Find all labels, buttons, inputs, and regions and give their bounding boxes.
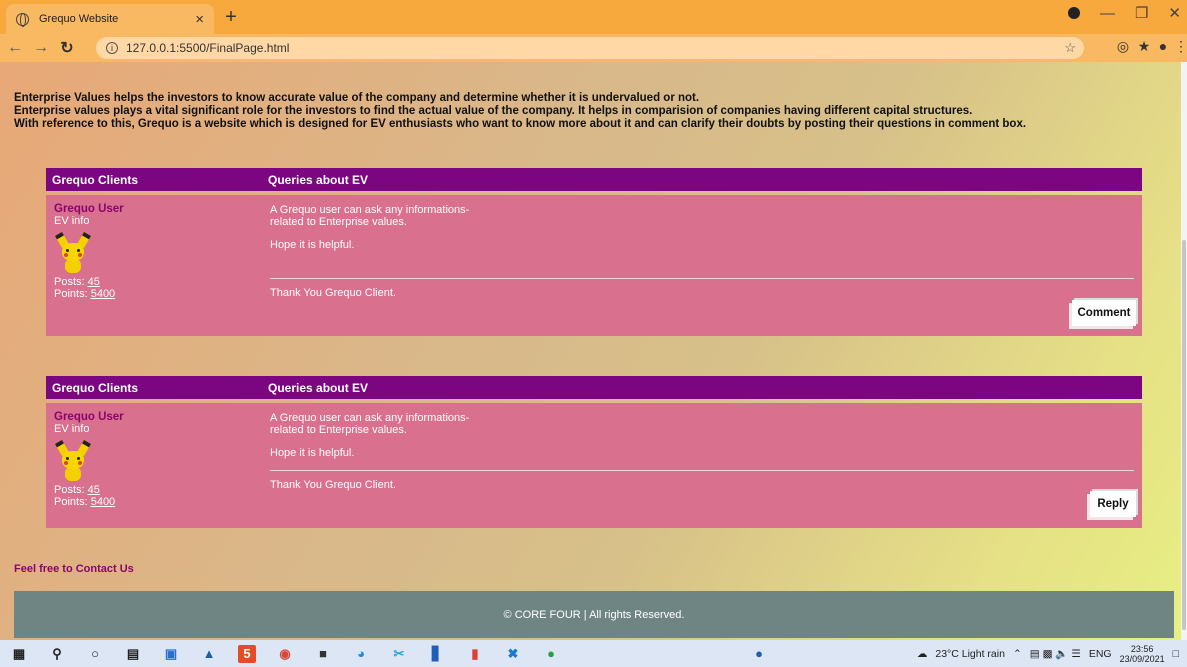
forum-body: Grequo User EV info Posts: 45 Points: 54… bbox=[46, 403, 1142, 528]
browser-tab-strip: Grequo Website × + — ❐ ✕ bbox=[0, 0, 1187, 34]
page-content: Enterprise Values helps the investors to… bbox=[0, 62, 1181, 640]
app-icon[interactable]: ▲ bbox=[200, 645, 218, 663]
forum-col-clients: Grequo Clients bbox=[52, 172, 139, 187]
forum-col-queries: Queries about EV bbox=[268, 380, 369, 395]
cortana-icon[interactable]: ○ bbox=[86, 645, 104, 663]
tab-title: Grequo Website bbox=[39, 13, 119, 25]
search-icon[interactable]: ⚲ bbox=[48, 645, 66, 663]
user-points: Points: 5400 bbox=[54, 288, 116, 300]
posts-link[interactable]: 45 bbox=[88, 276, 100, 288]
user-panel: Grequo User EV info Posts: 45 Points: 54… bbox=[54, 411, 124, 508]
store-icon[interactable]: ■ bbox=[314, 645, 332, 663]
comment-button[interactable]: Comment bbox=[1072, 300, 1136, 326]
message-signature: Thank You Grequo Client. bbox=[270, 479, 396, 491]
points-link[interactable]: 5400 bbox=[91, 288, 115, 300]
back-button[interactable]: ← bbox=[4, 39, 26, 57]
clock[interactable]: 23:56 23/09/2021 bbox=[1120, 644, 1165, 664]
extensions-puzzle-icon[interactable]: ★ bbox=[1135, 38, 1153, 56]
file-explorer-icon[interactable]: ▣ bbox=[162, 645, 180, 663]
windows-start-icon[interactable]: ▦ bbox=[10, 645, 28, 663]
task-view-icon[interactable]: ▤ bbox=[124, 645, 142, 663]
message-text: A Grequo user can ask any informations- … bbox=[270, 204, 470, 251]
user-posts: Posts: 45 bbox=[54, 484, 100, 496]
minimize-button[interactable]: — bbox=[1100, 5, 1115, 22]
message-text: A Grequo user can ask any informations- … bbox=[270, 412, 470, 459]
html5-icon[interactable]: 5 bbox=[238, 644, 256, 663]
pikachu-avatar bbox=[55, 231, 91, 273]
windows-taskbar: ▦ ⚲ ○ ▤ ▣ ▲ 5 ◉ ■ ◕ ✂ ▋ ▮ ✖ ● ● ☁ 23°C L… bbox=[0, 640, 1187, 667]
message-divider bbox=[270, 278, 1134, 279]
message-signature: Thank You Grequo Client. bbox=[270, 287, 396, 299]
window-controls: — ❐ ✕ bbox=[1067, 4, 1181, 22]
close-window-button[interactable]: ✕ bbox=[1168, 4, 1181, 22]
bar-icon[interactable]: ▋ bbox=[428, 645, 446, 663]
forum-block: Grequo Clients Queries about EV Grequo U… bbox=[46, 168, 1142, 336]
forum-header: Grequo Clients Queries about EV bbox=[46, 168, 1142, 191]
user-panel: Grequo User EV info Posts: 45 Points: 54… bbox=[54, 203, 124, 300]
forum-col-clients: Grequo Clients bbox=[52, 380, 139, 395]
snipping-icon[interactable]: ✂ bbox=[390, 645, 408, 663]
system-tray: ☁ 23°C Light rain ⌃ ▤ ▩ 🔈 ☰ ENG 23:56 23… bbox=[917, 640, 1179, 667]
help-icon[interactable]: ● bbox=[750, 645, 768, 663]
tab-close-button[interactable]: × bbox=[195, 11, 204, 28]
intro-text: Enterprise Values helps the investors to… bbox=[14, 92, 1174, 131]
points-link[interactable]: 5400 bbox=[91, 496, 115, 508]
forum-body: Grequo User EV info Posts: 45 Points: 54… bbox=[46, 195, 1142, 336]
tray-icons[interactable]: ▤ ▩ 🔈 ☰ bbox=[1030, 647, 1081, 660]
forum-block: Grequo Clients Queries about EV Grequo U… bbox=[46, 376, 1142, 528]
weather-text[interactable]: 23°C Light rain bbox=[935, 648, 1005, 660]
globe-icon bbox=[16, 12, 29, 27]
pikachu-avatar bbox=[55, 439, 91, 481]
chrome-icon[interactable]: ◉ bbox=[276, 645, 294, 663]
office-icon[interactable]: ▮ bbox=[466, 645, 484, 663]
record-icon[interactable] bbox=[1067, 7, 1080, 19]
reload-button[interactable]: ↻ bbox=[56, 38, 78, 58]
page-scrollbar[interactable] bbox=[1181, 62, 1187, 640]
bookmark-star-icon[interactable]: ☆ bbox=[1064, 40, 1076, 56]
scrollbar-thumb[interactable] bbox=[1182, 240, 1186, 630]
footer: © CORE FOUR | All rights Reserved. bbox=[14, 591, 1174, 638]
weather-icon: ☁ bbox=[916, 647, 928, 660]
user-name: Grequo User bbox=[54, 203, 124, 215]
reply-button[interactable]: Reply bbox=[1090, 491, 1136, 517]
intro-line-3: With reference to this, Grequo is a webs… bbox=[14, 118, 1027, 130]
user-points: Points: 5400 bbox=[54, 496, 116, 508]
url-text: 127.0.0.1:5500/FinalPage.html bbox=[126, 41, 290, 55]
new-tab-button[interactable]: + bbox=[220, 6, 242, 29]
user-role: EV info bbox=[54, 423, 90, 435]
intro-line-1: Enterprise Values helps the investors to… bbox=[14, 92, 700, 104]
menu-dots-icon[interactable]: ⋮ bbox=[1172, 38, 1187, 56]
intro-line-2: Enterprise values plays a vital signific… bbox=[14, 105, 973, 117]
chevron-up-icon[interactable]: ⌃ bbox=[1013, 648, 1022, 660]
url-bar[interactable]: i 127.0.0.1:5500/FinalPage.html ☆ bbox=[96, 37, 1084, 59]
user-role: EV info bbox=[54, 215, 90, 227]
user-posts: Posts: 45 bbox=[54, 276, 100, 288]
notification-icon[interactable]: □ bbox=[1173, 648, 1179, 660]
message-divider bbox=[270, 470, 1134, 471]
user-name: Grequo User bbox=[54, 411, 124, 423]
contact-link[interactable]: Feel free to Contact Us bbox=[14, 563, 134, 575]
forum-col-queries: Queries about EV bbox=[268, 172, 369, 187]
forum-header: Grequo Clients Queries about EV bbox=[46, 376, 1142, 399]
maximize-button[interactable]: ❐ bbox=[1135, 4, 1148, 22]
profile-avatar[interactable]: ● bbox=[1154, 38, 1172, 56]
extension-icon[interactable]: ◎ bbox=[1114, 38, 1132, 56]
posts-link[interactable]: 45 bbox=[88, 484, 100, 496]
info-icon[interactable]: i bbox=[106, 42, 118, 54]
edge-icon[interactable]: ◕ bbox=[352, 645, 370, 663]
address-bar-row: ← → ↻ i 127.0.0.1:5500/FinalPage.html ☆ bbox=[0, 34, 1187, 62]
browser-tab[interactable]: Grequo Website × bbox=[6, 4, 214, 34]
language-indicator[interactable]: ENG bbox=[1089, 648, 1112, 660]
forward-button[interactable]: → bbox=[30, 39, 52, 57]
whatsapp-icon[interactable]: ● bbox=[542, 645, 560, 663]
vscode-icon[interactable]: ✖ bbox=[504, 645, 522, 663]
